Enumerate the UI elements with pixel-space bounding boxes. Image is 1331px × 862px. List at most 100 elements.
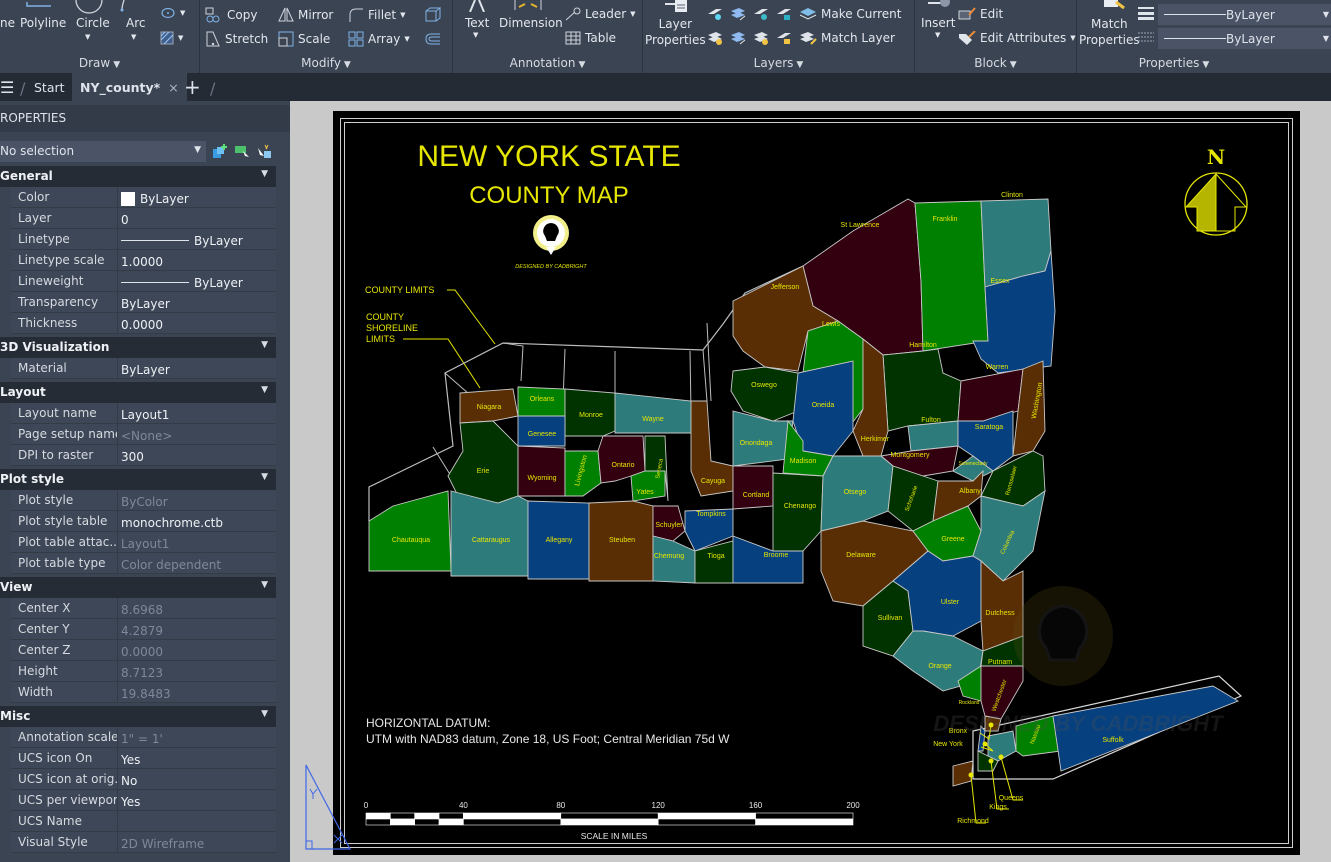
3d-box-icon[interactable] bbox=[425, 7, 441, 23]
property-row-layout-name[interactable]: Layout name Layout1 bbox=[11, 403, 276, 424]
layer-unisolate-icon[interactable] bbox=[730, 31, 746, 45]
text-dropdown[interactable]: ▼ bbox=[473, 31, 478, 39]
layers-panel-title[interactable]: Layers ▼ bbox=[643, 56, 914, 70]
property-value[interactable]: monochrome.ctb bbox=[118, 511, 276, 531]
collapse-icon[interactable]: ▼ bbox=[261, 709, 268, 719]
tab-start[interactable]: Start bbox=[34, 73, 65, 101]
county-wayne[interactable] bbox=[614, 392, 692, 434]
property-value[interactable]: Layout1 bbox=[118, 403, 276, 423]
section-header-3d-visualization[interactable]: 3D Visualization ▼ bbox=[0, 337, 276, 358]
layer-properties-button[interactable]: Layer Properties bbox=[645, 16, 706, 48]
property-value[interactable]: ByLayer bbox=[118, 358, 276, 378]
tab-ny-county[interactable]: NY_county* × bbox=[72, 73, 187, 101]
county-chautauqua[interactable] bbox=[368, 490, 452, 572]
property-row-center-y[interactable]: Center Y 4.2879 bbox=[11, 619, 276, 640]
lineweight-select[interactable]: ByLayer ▼ bbox=[1158, 4, 1331, 25]
dimension-button[interactable]: Dimension bbox=[499, 16, 563, 30]
county-erie[interactable] bbox=[447, 420, 519, 504]
draw-panel-title[interactable]: Draw ▼ bbox=[0, 56, 199, 70]
county-cortland[interactable] bbox=[732, 465, 774, 510]
properties-panel-title[interactable]: Properties ▼ bbox=[1077, 56, 1271, 70]
hatch-button[interactable]: ▼ bbox=[160, 31, 183, 45]
property-value[interactable] bbox=[118, 811, 276, 831]
property-row-color[interactable]: Color ByLayer bbox=[11, 187, 276, 208]
fillet-button[interactable]: Fillet ▼ bbox=[348, 7, 406, 23]
property-value[interactable]: ByLayer bbox=[118, 229, 276, 249]
offset-icon[interactable] bbox=[425, 31, 441, 47]
ellipse-button[interactable]: ▼ bbox=[160, 7, 185, 19]
make-current-button[interactable]: Make Current bbox=[799, 7, 902, 21]
county-franklin[interactable] bbox=[914, 200, 989, 352]
layer-isolate-icon[interactable] bbox=[730, 7, 746, 21]
circle-dropdown[interactable]: ▼ bbox=[85, 33, 90, 41]
copy-button[interactable]: Copy bbox=[205, 7, 257, 23]
line-button[interactable]: ne bbox=[0, 16, 15, 30]
property-row-ucs-icon-on[interactable]: UCS icon On Yes bbox=[11, 748, 276, 769]
property-row-plot-table-type[interactable]: Plot table type Color dependent bbox=[11, 553, 276, 574]
circle-button[interactable]: Circle bbox=[76, 16, 110, 30]
property-row-height[interactable]: Height 8.7123 bbox=[11, 661, 276, 682]
match-properties-button[interactable]: Match Properties bbox=[1079, 16, 1140, 48]
property-row-linetype[interactable]: Linetype ByLayer bbox=[11, 229, 276, 250]
property-row-center-x[interactable]: Center X 8.6968 bbox=[11, 598, 276, 619]
mirror-button[interactable]: Mirror bbox=[278, 7, 333, 23]
layer-on-icon[interactable] bbox=[707, 31, 723, 45]
quick-select-icon[interactable] bbox=[256, 144, 272, 159]
property-value[interactable]: No bbox=[118, 769, 276, 789]
layer-thaw-icon[interactable] bbox=[753, 31, 769, 45]
property-value[interactable]: ByLayer bbox=[118, 187, 276, 207]
property-row-plot-style-table[interactable]: Plot style table monochrome.ctb bbox=[11, 511, 276, 532]
collapse-icon[interactable]: ▼ bbox=[261, 385, 268, 395]
property-row-thickness[interactable]: Thickness 0.0000 bbox=[11, 313, 276, 334]
polyline-button[interactable]: Polyline bbox=[20, 16, 66, 30]
collapse-icon[interactable]: ▼ bbox=[261, 340, 268, 350]
property-value[interactable]: Yes bbox=[118, 748, 276, 768]
property-value[interactable]: ByLayer bbox=[118, 292, 276, 312]
new-tab-button[interactable]: + bbox=[184, 73, 201, 101]
property-row-ucs-icon-at-orig[interactable]: UCS icon at orig... No bbox=[11, 769, 276, 790]
property-value[interactable]: 1.0000 bbox=[118, 250, 276, 270]
property-value[interactable]: 0.0000 bbox=[118, 313, 276, 333]
layer-unlock-icon[interactable] bbox=[776, 31, 792, 45]
property-row-lineweight[interactable]: Lineweight ByLayer bbox=[11, 271, 276, 292]
linetype-select[interactable]: ByLayer ▼ bbox=[1158, 28, 1331, 49]
block-panel-title[interactable]: Block ▼ bbox=[915, 56, 1076, 70]
property-value[interactable]: ByLayer bbox=[118, 271, 276, 291]
arc-button[interactable]: Arc bbox=[126, 16, 145, 30]
section-header-view[interactable]: View ▼ bbox=[0, 577, 276, 598]
drawing-area[interactable]: NEW YORK STATE COUNTY MAP DESIGNED BY CA… bbox=[290, 101, 1331, 862]
property-row-visual-style[interactable]: Visual Style 2D Wireframe bbox=[11, 832, 276, 853]
layer-lock-icon[interactable] bbox=[776, 7, 792, 21]
menu-icon[interactable]: ☰ bbox=[0, 73, 14, 101]
toggle-pickadd-icon[interactable] bbox=[212, 144, 228, 159]
section-header-misc[interactable]: Misc ▼ bbox=[0, 706, 276, 727]
county-wyoming[interactable] bbox=[517, 445, 566, 497]
collapse-icon[interactable]: ▼ bbox=[261, 472, 268, 482]
property-row-ucs-per-viewport[interactable]: UCS per viewport Yes bbox=[11, 790, 276, 811]
property-row-dpi-to-raster[interactable]: DPI to raster 300 bbox=[11, 445, 276, 466]
property-row-center-z[interactable]: Center Z 0.0000 bbox=[11, 640, 276, 661]
collapse-icon[interactable]: ▼ bbox=[261, 580, 268, 590]
property-row-plot-table-attac[interactable]: Plot table attac... Layout1 bbox=[11, 532, 276, 553]
insert-dropdown[interactable]: ▼ bbox=[935, 31, 940, 39]
property-row-layer[interactable]: Layer 0 bbox=[11, 208, 276, 229]
insert-button[interactable]: Insert bbox=[921, 16, 955, 30]
property-value[interactable]: 300 bbox=[118, 445, 276, 465]
property-value[interactable]: 0 bbox=[118, 208, 276, 228]
property-row-plot-style[interactable]: Plot style ByColor bbox=[11, 490, 276, 511]
property-row-linetype-scale[interactable]: Linetype scale 1.0000 bbox=[11, 250, 276, 271]
property-row-transparency[interactable]: Transparency ByLayer bbox=[11, 292, 276, 313]
layer-freeze-icon[interactable] bbox=[753, 7, 769, 21]
property-value[interactable]: Yes bbox=[118, 790, 276, 810]
collapse-icon[interactable]: ▼ bbox=[261, 169, 268, 179]
stretch-button[interactable]: Stretch bbox=[205, 31, 268, 47]
section-header-general[interactable]: General ▼ bbox=[0, 166, 276, 187]
annotation-panel-title[interactable]: Annotation ▼ bbox=[453, 56, 642, 70]
edit-attributes-button[interactable]: Edit Attributes ▼ bbox=[958, 31, 1076, 45]
match-layer-button[interactable]: Match Layer bbox=[799, 31, 895, 45]
section-header-layout[interactable]: Layout ▼ bbox=[0, 382, 276, 403]
property-row-ucs-name[interactable]: UCS Name bbox=[11, 811, 276, 832]
close-tab-icon[interactable]: × bbox=[168, 80, 178, 95]
table-button[interactable]: Table bbox=[565, 31, 616, 45]
select-objects-icon[interactable] bbox=[234, 144, 250, 159]
